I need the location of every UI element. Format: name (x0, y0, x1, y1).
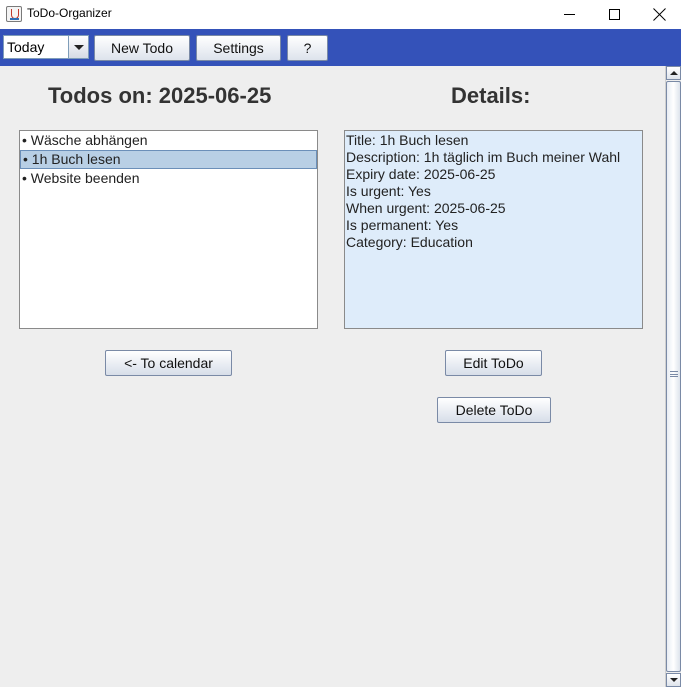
window-title: ToDo-Organizer (27, 6, 112, 20)
vertical-scrollbar[interactable] (665, 66, 681, 687)
title-bar: ToDo-Organizer (0, 0, 681, 30)
detail-is-urgent: Is urgent: Yes (346, 183, 431, 199)
main-panel: Todos on: 2025-06-25 Details: • Wäsche a… (0, 66, 665, 687)
java-coffee-cup-icon (6, 6, 22, 22)
detail-title: Title: 1h Buch lesen (346, 132, 469, 148)
close-icon (653, 8, 666, 21)
todo-list-item-selected[interactable]: • 1h Buch lesen (20, 150, 317, 169)
detail-description: Description: 1h täglich im Buch meiner W… (346, 149, 621, 165)
detail-is-permanent: Is permanent: Yes (346, 217, 459, 233)
todo-list-item[interactable]: • Wäsche abhängen (20, 131, 317, 150)
close-button[interactable] (636, 0, 681, 29)
scroll-up-icon[interactable] (666, 66, 681, 80)
toolbar: Today New Todo Settings ? (0, 29, 681, 66)
new-todo-button[interactable]: New Todo (94, 35, 190, 61)
maximize-button[interactable] (591, 0, 637, 29)
chevron-down-icon[interactable] (68, 36, 88, 58)
detail-when-urgent: When urgent: 2025-06-25 (346, 200, 506, 216)
scroll-down-icon[interactable] (666, 673, 681, 687)
todo-list[interactable]: • Wäsche abhängen • 1h Buch lesen • Webs… (19, 130, 318, 329)
detail-category: Category: Education (346, 234, 473, 250)
delete-todo-button[interactable]: Delete ToDo (437, 397, 551, 423)
details-heading: Details: (451, 83, 531, 108)
maximize-icon (608, 9, 620, 20)
to-calendar-button[interactable]: <- To calendar (105, 350, 232, 376)
todo-list-item[interactable]: • Website beenden (20, 169, 317, 188)
edit-todo-button[interactable]: Edit ToDo (445, 350, 542, 376)
minimize-icon (563, 14, 575, 15)
detail-expiry-date: Expiry date: 2025-06-25 (346, 166, 496, 182)
view-select-value: Today (7, 39, 45, 55)
grip-icon (670, 371, 678, 377)
help-button[interactable]: ? (287, 35, 328, 61)
minimize-button[interactable] (546, 0, 592, 29)
todos-heading: Todos on: 2025-06-25 (48, 83, 272, 108)
scrollbar-thumb[interactable] (666, 81, 681, 672)
view-select[interactable]: Today (3, 35, 89, 59)
settings-button[interactable]: Settings (196, 35, 281, 61)
details-panel[interactable]: Title: 1h Buch lesen Description: 1h täg… (344, 130, 643, 329)
